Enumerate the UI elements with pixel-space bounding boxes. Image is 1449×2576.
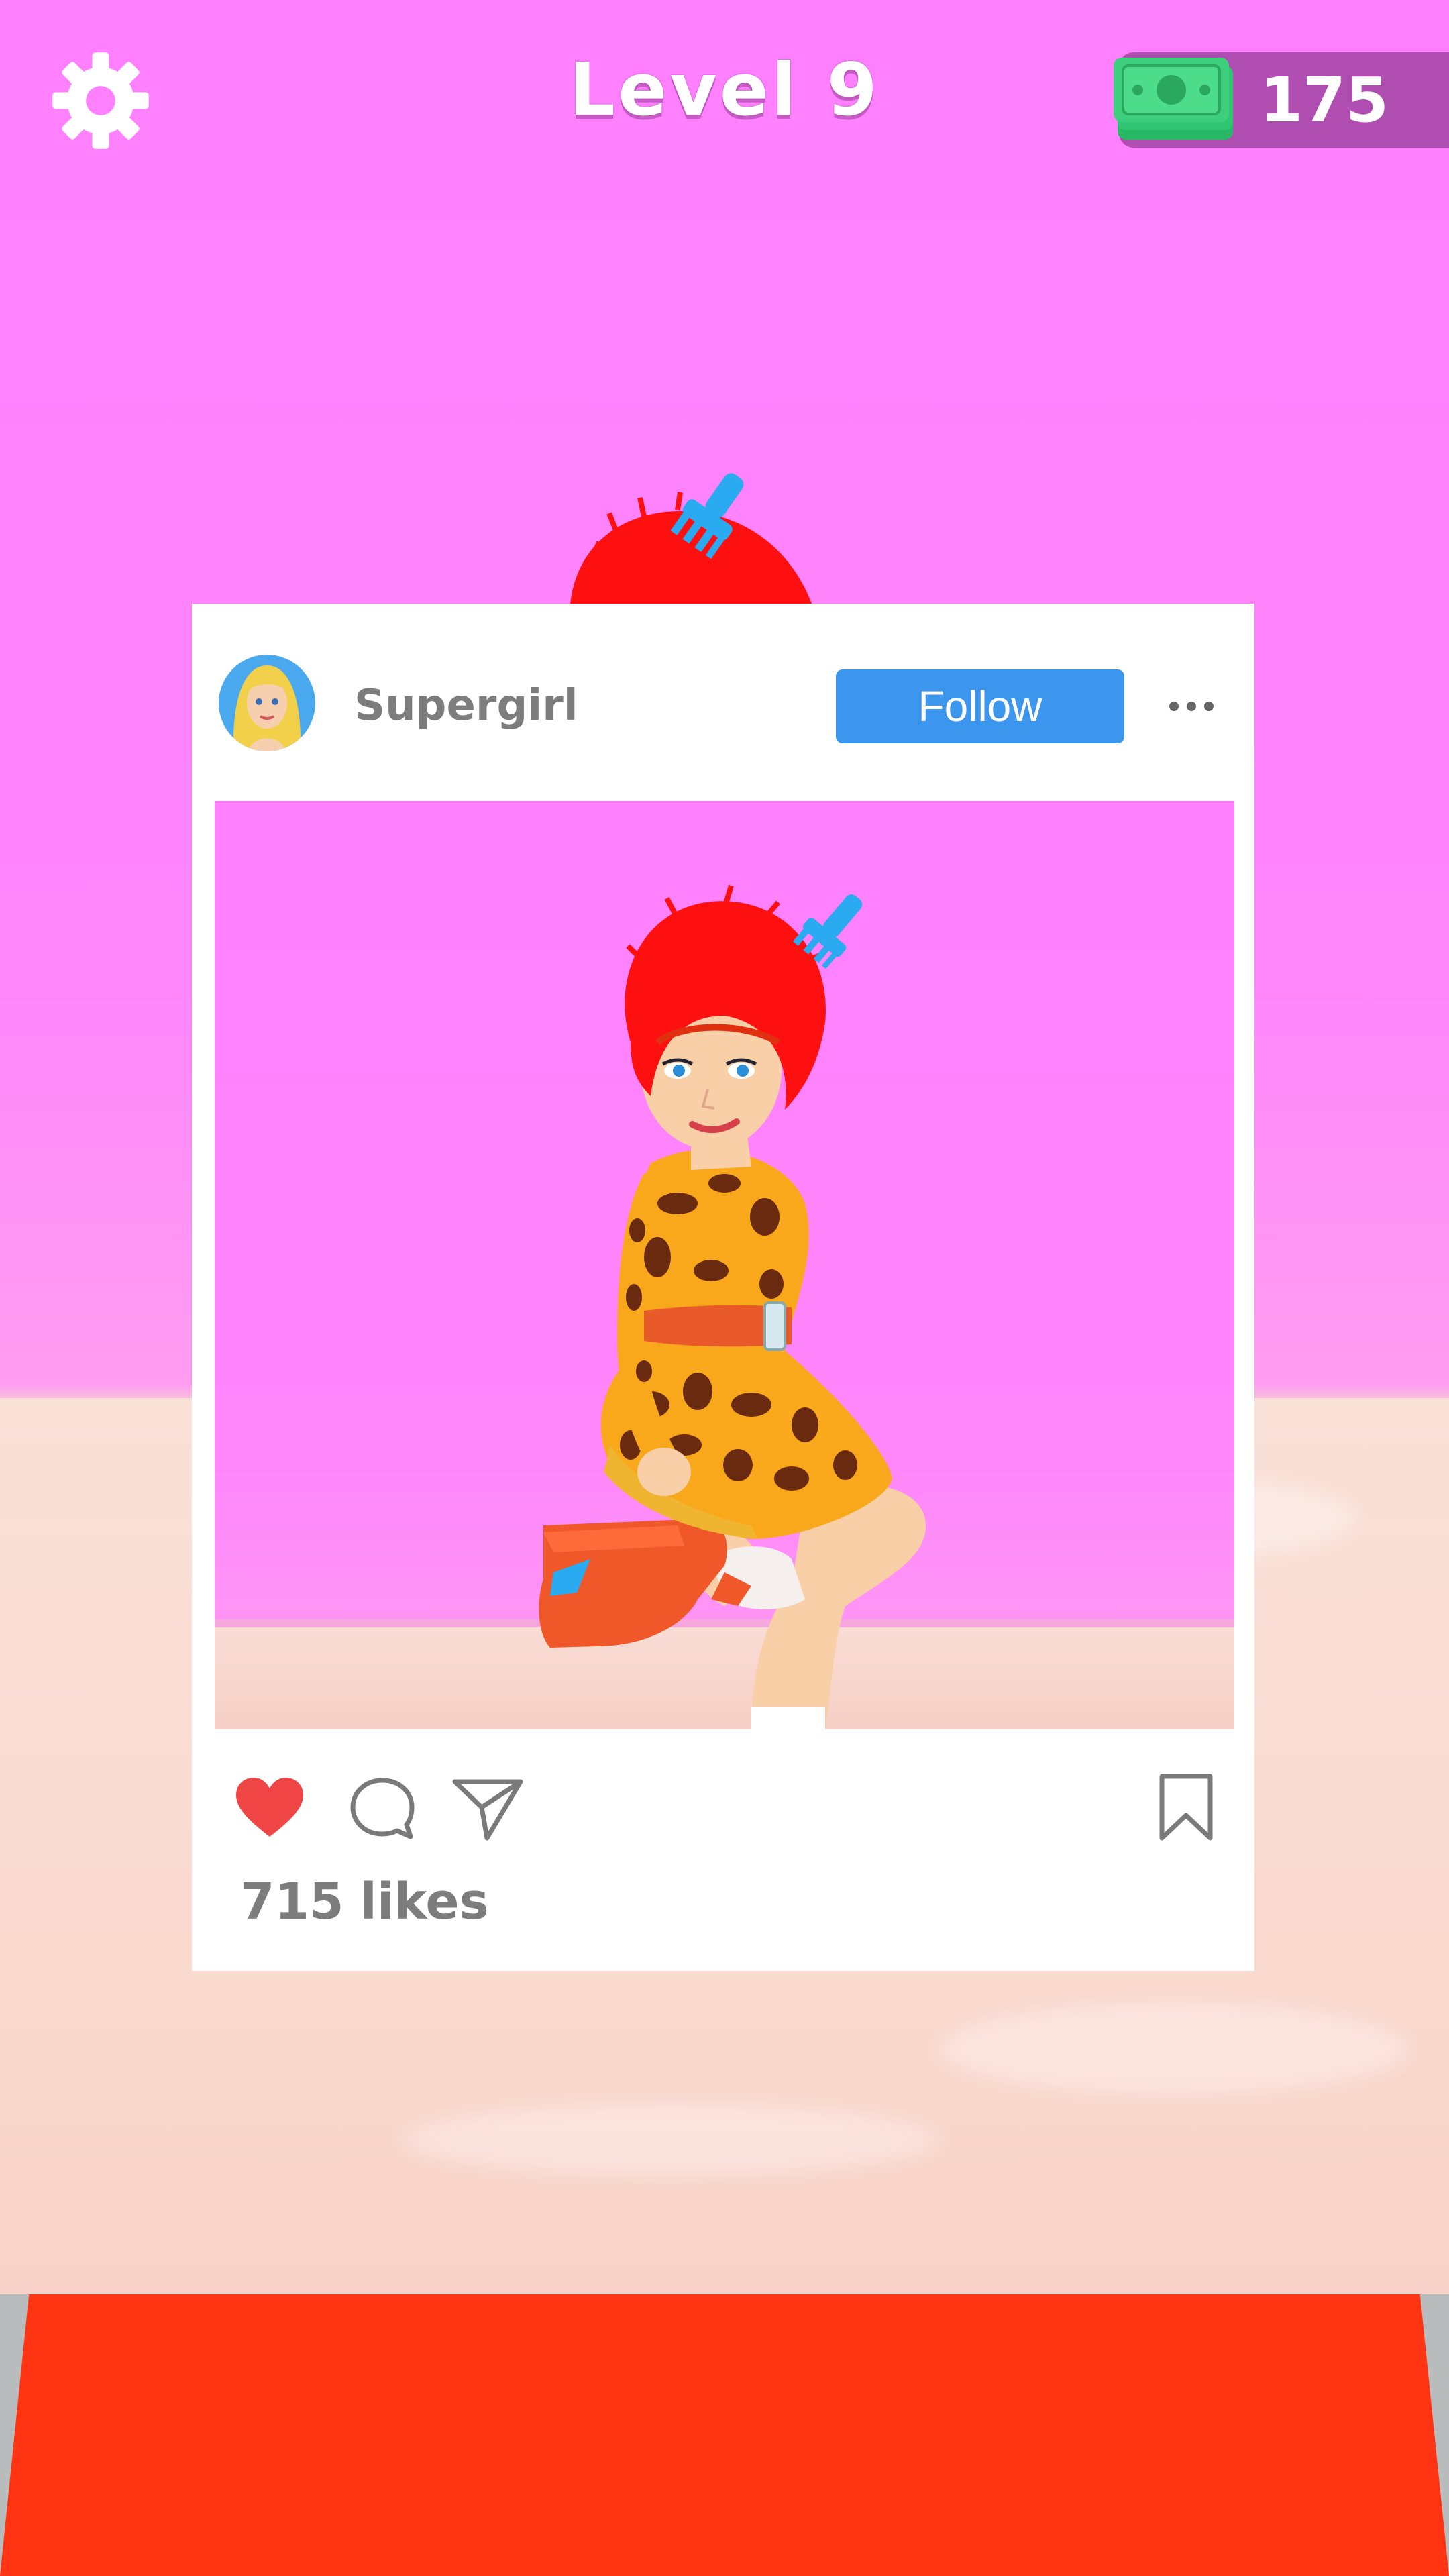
ellipsis-icon[interactable] [1165, 690, 1218, 723]
profile-avatar-image [219, 655, 315, 751]
share-icon[interactable] [451, 1775, 525, 1842]
follow-button[interactable]: Follow [836, 669, 1124, 743]
likes-count: 715 likes [240, 1872, 505, 1932]
social-post-card: Supergirl Follow 715 likes [192, 604, 1254, 1971]
bookmark-icon[interactable] [1157, 1772, 1216, 1842]
floor-reflection [402, 2102, 939, 2176]
model-hair-behind-card [570, 473, 812, 604]
post-photo [215, 801, 1234, 1729]
comment-icon[interactable] [349, 1775, 416, 1842]
cash-amount: 175 [1260, 64, 1389, 136]
post-username[interactable]: Supergirl [354, 679, 578, 733]
heart-icon[interactable] [233, 1776, 306, 1841]
banknote-icon [1114, 58, 1233, 140]
avatar[interactable] [219, 655, 315, 751]
likes-label: likes [360, 1873, 489, 1931]
model-figure [539, 884, 926, 1729]
runway [0, 2294, 1449, 2576]
likes-number: 715 [240, 1873, 344, 1931]
floor-reflection [939, 2002, 1409, 2096]
